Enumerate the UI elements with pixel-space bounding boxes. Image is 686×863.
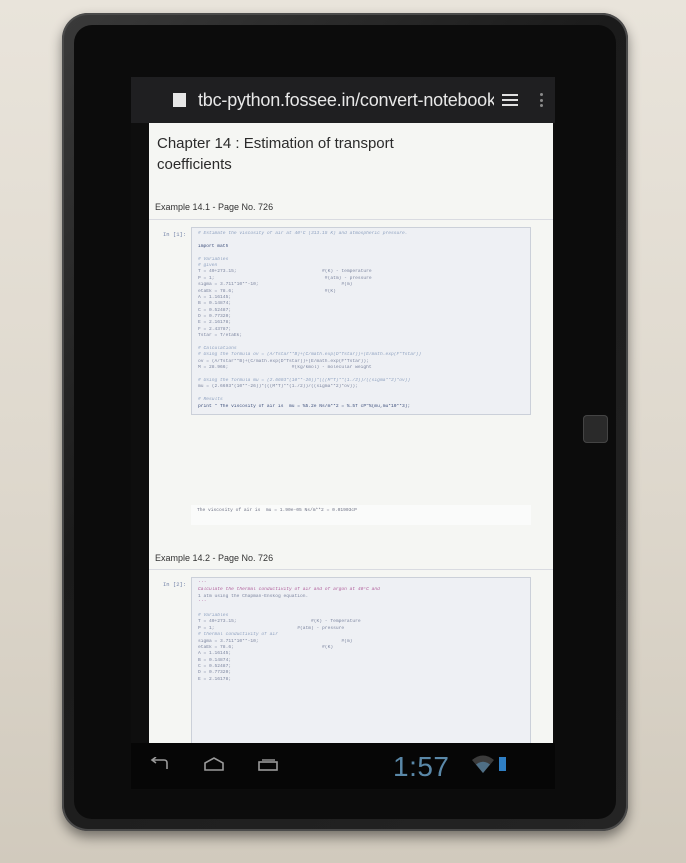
tab-icon[interactable] <box>173 93 186 107</box>
clock: 1:57 <box>393 751 450 782</box>
output-line: The viscosity of air is mu = 1.90e-05 Ns… <box>197 508 352 513</box>
notebook-cell: In [1]: # Estimate the viscosity of air … <box>155 227 535 417</box>
example-heading: Example 14.2 - Page No. 726 <box>155 553 274 563</box>
tablet-side-button <box>583 415 608 443</box>
home-icon[interactable] <box>203 757 225 771</box>
output-line: cP <box>351 508 357 513</box>
system-bar: 1:57 <box>131 743 555 789</box>
battery-icon <box>499 757 506 771</box>
divider <box>149 219 553 220</box>
address-bar[interactable]: tbc-python.fossee.in/convert-notebook/р <box>131 77 555 123</box>
example-heading: Example 14.1 - Page No. 726 <box>155 202 274 212</box>
output-cell: The viscosity of air is mu = 1.90e-05 Ns… <box>155 505 535 525</box>
web-page: Chapter 14 : Estimation of transport coe… <box>149 123 553 743</box>
overflow-menu-icon[interactable] <box>540 93 543 107</box>
wifi-icon <box>472 755 494 773</box>
cell-prompt: In [2]: <box>163 581 187 588</box>
code-cell[interactable]: ''' Calculate the thermal conductivity of… <box>191 577 531 743</box>
cell-prompt: In [1]: <box>163 231 187 238</box>
url-text[interactable]: tbc-python.fossee.in/convert-notebook/р <box>198 90 494 111</box>
browser-screen: tbc-python.fossee.in/convert-notebook/р … <box>131 77 555 789</box>
back-icon[interactable] <box>149 757 169 771</box>
code-cell[interactable]: # Estimate the viscosity of air at 40°C … <box>191 227 531 415</box>
chapter-title: Chapter 14 : Estimation of transport coe… <box>157 135 394 173</box>
recent-apps-icon[interactable] <box>257 759 279 771</box>
tabs-menu-icon[interactable] <box>502 94 518 106</box>
code-line: print " The viscosity of air is mu = %5.… <box>198 403 411 409</box>
divider <box>149 569 553 570</box>
notebook-cell: In [2]: ''' Calculate the thermal conduct… <box>155 577 535 743</box>
code-line: E = 2.16178; <box>198 676 232 682</box>
cell-output: The viscosity of air is mu = 1.90e-05 Ns… <box>191 505 531 525</box>
